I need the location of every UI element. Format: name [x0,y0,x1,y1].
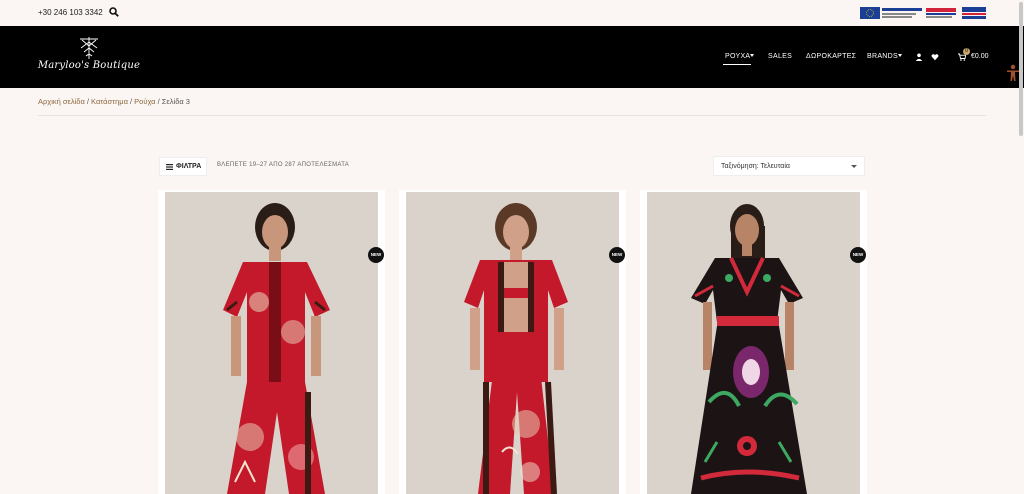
results-count: ΒΛΕΠΕΤΕ 19–27 ΑΠΟ 287 ΑΠΟΤΕΛΕΣΜΑΤΑ [217,162,350,168]
product-card[interactable]: NEW [399,190,626,494]
filters-button[interactable]: ΦΙΛΤΡΑ [159,157,207,176]
scrollbar[interactable] [1019,2,1023,136]
cart-total[interactable]: €0.00 [971,53,989,60]
site-header: Maryloo's Boutique ΡΟΥΧΑ SALES ΔΩΡΟΚΑΡΤΕ… [0,26,1024,88]
breadcrumb-clothing[interactable]: Ρούχα [134,97,155,106]
product-card[interactable]: NEW [640,190,867,494]
sort-select[interactable]: Ταξινόμηση: Τελευταία [713,156,865,176]
heart-icon[interactable] [931,53,939,61]
user-icon[interactable] [915,53,923,61]
breadcrumb-home[interactable]: Αρχική σελίδα [38,97,85,106]
nav-item-gift-cards[interactable]: ΔΩΡΟΚΑΡΤΕΣ [806,53,856,60]
accessibility-icon[interactable] [1006,64,1020,82]
chevron-down-icon [898,54,902,57]
divider [38,115,986,116]
eu-funding-logos [860,7,986,19]
product-image[interactable] [406,192,619,494]
nav-item-brands[interactable]: BRANDS [867,53,898,60]
breadcrumb: Αρχική σελίδα / Κατάστημα / Ρούχα / Σελί… [38,97,190,106]
logo[interactable]: Maryloo's Boutique [36,36,142,78]
sort-selected-value: Ταξινόμηση: Τελευταία [721,163,790,170]
filters-label: ΦΙΛΤΡΑ [176,163,202,170]
product-image[interactable] [647,192,860,494]
nav-item-sales[interactable]: SALES [768,53,792,60]
logo-text: Maryloo's Boutique [37,60,141,71]
nav-item-clothing[interactable]: ΡΟΥΧΑ [725,53,750,60]
new-badge: NEW [368,247,384,263]
logo-emblem-icon [80,37,98,59]
product-image[interactable] [165,192,378,494]
breadcrumb-shop[interactable]: Κατάστημα [91,97,128,106]
product-card[interactable]: NEW [158,190,385,494]
new-badge: NEW [850,247,866,263]
cart-count-badge: 0 [963,48,970,55]
new-badge: NEW [609,247,625,263]
chevron-down-icon [750,54,754,57]
search-icon[interactable] [109,7,119,17]
nav-active-indicator [723,64,751,65]
menu-icon [166,164,173,170]
breadcrumb-current-page: Σελίδα 3 [161,97,190,106]
phone-number[interactable]: +30 246 103 3342 [38,8,103,17]
top-bar: +30 246 103 3342 [0,0,1024,26]
chevron-down-icon [851,165,857,168]
